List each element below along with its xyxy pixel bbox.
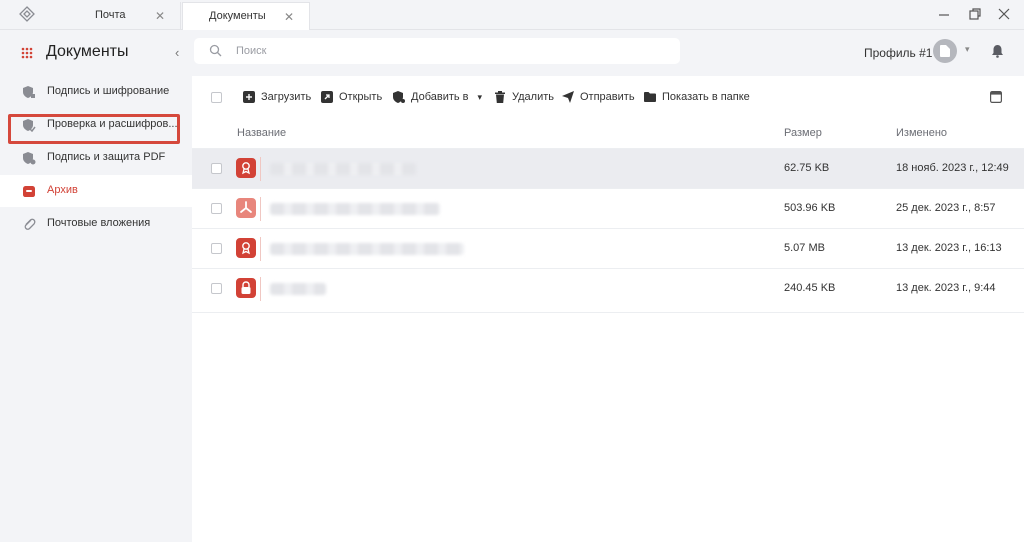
apps-grid-icon[interactable] [21, 47, 33, 59]
paperclip-icon [24, 218, 36, 230]
sidebar: Документы ‹ Подпись и шифрование Проверк… [0, 30, 192, 542]
row-separator [260, 277, 261, 301]
trash-icon [495, 91, 505, 103]
shield-add-icon [393, 91, 405, 103]
upload-label: Загрузить [261, 91, 312, 103]
file-name-redacted [270, 163, 416, 175]
column-name[interactable]: Название [237, 127, 286, 139]
open-external-icon [321, 91, 333, 103]
row-checkbox[interactable] [211, 283, 222, 294]
table-row[interactable]: 240.45 KB 13 дек. 2023 г., 9:44 [192, 268, 1024, 308]
title-bar: Почта ✕ Документы ✕ [0, 0, 1024, 31]
sidebar-item-label: Архив [47, 184, 78, 196]
file-size: 240.45 KB [784, 282, 836, 294]
search-placeholder: Поиск [236, 45, 267, 57]
highlight-annotation [8, 114, 180, 144]
add-to-label: Добавить в [411, 91, 469, 103]
sidebar-item-sign-protect-pdf[interactable]: Подпись и защита PDF [0, 142, 192, 174]
send-icon [562, 91, 574, 103]
delete-button[interactable]: Удалить [494, 90, 554, 104]
profile-name[interactable]: Профиль #1 [864, 46, 932, 60]
folder-icon [644, 92, 656, 102]
restore-icon[interactable] [967, 6, 983, 22]
search-input[interactable]: Поиск [194, 38, 680, 64]
column-size[interactable]: Размер [784, 127, 822, 139]
row-separator [260, 197, 261, 221]
table-row[interactable]: 503.96 KB 25 дек. 2023 г., 8:57 [192, 188, 1024, 228]
file-modified: 25 дек. 2023 г., 8:57 [896, 202, 996, 214]
shield-sign-icon [23, 86, 35, 98]
sidebar-item-label: Подпись и шифрование [47, 85, 170, 97]
table-bottom-border [192, 312, 1024, 313]
tab-mail-label: Почта [95, 9, 126, 21]
send-label: Отправить [580, 91, 635, 103]
close-icon[interactable]: ✕ [155, 9, 165, 23]
open-button[interactable]: Открыть [321, 90, 382, 104]
row-checkbox[interactable] [211, 203, 222, 214]
documents-panel: Загрузить Открыть Добавить в ▾ Удалить О… [192, 76, 1024, 542]
add-to-button[interactable]: Добавить в ▾ [393, 90, 482, 104]
delete-label: Удалить [512, 91, 554, 103]
app-logo-icon [19, 6, 35, 22]
toolbar: Загрузить Открыть Добавить в ▾ Удалить О… [192, 76, 1024, 118]
row-checkbox[interactable] [211, 243, 222, 254]
search-icon [209, 44, 222, 57]
upload-button[interactable]: Загрузить [243, 90, 311, 104]
signature-icon [236, 158, 256, 178]
open-label: Открыть [339, 91, 383, 103]
document-icon [940, 45, 950, 57]
sidebar-item-label: Подпись и защита PDF [47, 151, 166, 163]
minimize-icon[interactable] [936, 6, 952, 22]
shield-pdf-icon [23, 152, 36, 165]
row-checkbox[interactable] [211, 163, 222, 174]
select-all-checkbox[interactable] [211, 92, 222, 103]
column-modified[interactable]: Изменено [896, 127, 947, 139]
avatar[interactable] [933, 39, 957, 63]
sidebar-item-label: Почтовые вложения [47, 217, 151, 229]
signature-icon [236, 238, 256, 258]
tab-documents-label: Документы [209, 10, 266, 22]
chevron-left-icon[interactable]: ‹ [175, 45, 179, 60]
sidebar-header: Документы ‹ [0, 42, 192, 64]
file-name-redacted [270, 203, 440, 215]
table-row[interactable]: 62.75 KB 18 нояб. 2023 г., 12:49 [192, 148, 1024, 188]
sidebar-title: Документы [46, 43, 129, 60]
file-size: 5.07 MB [784, 242, 825, 254]
show-in-folder-button[interactable]: Показать в папке [644, 90, 750, 104]
file-size: 62.75 KB [784, 162, 830, 174]
sidebar-item-archive[interactable]: Архив [0, 175, 192, 207]
chevron-down-icon[interactable]: ▾ [965, 44, 970, 55]
table-row[interactable]: 5.07 MB 13 дек. 2023 г., 16:13 [192, 228, 1024, 268]
sidebar-item-mail-attachments[interactable]: Почтовые вложения [0, 208, 192, 240]
bell-icon[interactable] [991, 44, 1004, 58]
close-icon[interactable]: ✕ [284, 10, 294, 24]
row-separator [260, 157, 261, 181]
file-size: 503.96 KB [784, 202, 836, 214]
file-name-redacted [270, 243, 464, 255]
row-separator [260, 237, 261, 261]
main-area: Поиск Профиль #1 ▾ Загрузить Открыть Доб… [192, 30, 1024, 542]
layout-panel-icon[interactable] [990, 91, 1002, 103]
file-modified: 13 дек. 2023 г., 9:44 [896, 282, 996, 294]
tab-mail[interactable]: Почта ✕ [57, 2, 181, 30]
file-modified: 18 нояб. 2023 г., 12:49 [896, 162, 1009, 174]
chevron-down-icon: ▾ [477, 91, 483, 102]
file-name-redacted [270, 283, 326, 295]
pdf-icon [236, 198, 256, 218]
close-window-icon[interactable] [996, 6, 1012, 22]
show-in-folder-label: Показать в папке [662, 91, 750, 103]
tab-documents[interactable]: Документы ✕ [182, 2, 310, 31]
plus-icon [243, 91, 255, 103]
file-modified: 13 дек. 2023 г., 16:13 [896, 242, 1002, 254]
send-button[interactable]: Отправить [562, 90, 635, 104]
sidebar-item-sign-encrypt[interactable]: Подпись и шифрование [0, 76, 192, 108]
archive-icon [23, 186, 35, 197]
table-header: Название Размер Изменено [192, 118, 1024, 148]
lock-icon [236, 278, 256, 298]
